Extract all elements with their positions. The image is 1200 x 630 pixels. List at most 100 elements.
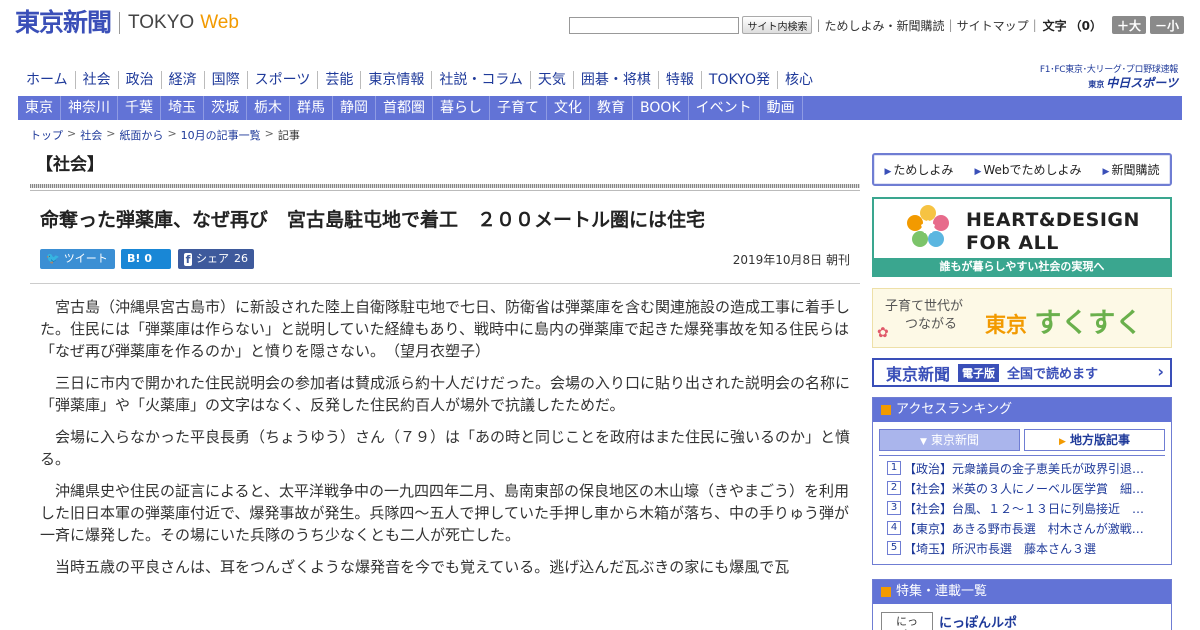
breadcrumb-link[interactable]: トップ: [30, 127, 63, 143]
regional-nav-item[interactable]: 栃木: [247, 96, 290, 120]
publish-date: 2019年10月8日 朝刊: [732, 253, 850, 267]
ranking-number: 3: [887, 501, 901, 515]
site-logo[interactable]: 東京新聞 TOKYO Web: [15, 8, 239, 38]
feature-item[interactable]: にっ ぽん にっぽんルポ: [873, 604, 1171, 630]
global-nav-item[interactable]: 社説・コラム: [431, 71, 530, 89]
global-nav-item[interactable]: スポーツ: [246, 71, 318, 89]
breadcrumb-separator: >: [67, 127, 77, 140]
divider: |: [1032, 18, 1037, 32]
ranking-item[interactable]: 3 【社会】台風、１２～１３日に列島接近 …: [887, 498, 1157, 518]
flower-icon: ✿: [877, 325, 889, 341]
sukusuku-banner[interactable]: 子育て世代が つながる ✿ 東京 すくすく: [872, 288, 1172, 348]
article-paragraph: 宮古島（沖縄県宮古島市）に新設された陸上自衛隊駐屯地で七日、防衛省は弾薬庫を含む…: [40, 298, 851, 360]
twitter-bird-icon: 🐦: [46, 252, 60, 265]
breadcrumb-link[interactable]: 10月の記事一覧: [181, 127, 261, 143]
ranking-number: 4: [887, 521, 901, 535]
heart-design-line1: HEART&DESIGN: [966, 209, 1140, 231]
ranking-item[interactable]: 4 【東京】あきる野市長選 村木さんが激戦…: [887, 518, 1157, 538]
regional-nav-item[interactable]: 神奈川: [61, 96, 118, 120]
ranking-header: アクセスランキング: [873, 398, 1171, 422]
tab-local-articles-label: 地方版記事: [1069, 433, 1130, 447]
regional-nav-item[interactable]: 群馬: [290, 96, 333, 120]
trial-subscribe-link[interactable]: ためしよみ・新聞購読: [825, 17, 945, 34]
facebook-share-button[interactable]: f シェア 26: [178, 249, 254, 269]
logo-divider: [119, 12, 121, 34]
regional-nav-item[interactable]: 暮らし: [433, 96, 490, 120]
tab-tokyo-shimbun-label: 東京新聞: [930, 433, 979, 447]
article-headline: 命奪った弾薬庫、なぜ再び 宮古島駐屯地で着工 ２００メートル圏には住宅: [40, 209, 706, 231]
font-size-label: 文字: [1042, 18, 1067, 33]
global-nav-item[interactable]: 芸能: [317, 71, 360, 89]
site-search-button[interactable]: サイト内検索: [742, 16, 813, 34]
global-nav-item[interactable]: 社会: [74, 71, 118, 89]
hatena-count: 0: [144, 252, 153, 265]
regional-nav-item[interactable]: 首都圏: [376, 96, 433, 120]
sitemap-link[interactable]: サイトマップ: [957, 17, 1029, 34]
font-size-value: （0）: [1069, 18, 1102, 33]
chunichi-sports-link[interactable]: F1･FC東京･大リーグ･プロ野球速報 東京 中日スポーツ: [1028, 64, 1178, 92]
chevron-right-icon: ›: [1157, 362, 1164, 381]
feature-thumbnail: にっ ぽん: [881, 612, 933, 630]
digital-edition-banner[interactable]: 東京新聞 電子版 全国で読めます ›: [872, 358, 1172, 387]
tab-local-articles[interactable]: ▶ 地方版記事: [1024, 429, 1165, 451]
regional-nav-item[interactable]: 千葉: [118, 96, 161, 120]
triangle-right-icon: ▶: [974, 167, 982, 177]
global-nav-item[interactable]: 政治: [117, 71, 161, 89]
sukusuku-logo: 東京 すくすく: [985, 301, 1142, 340]
global-nav-item[interactable]: ホーム: [20, 71, 75, 89]
global-nav-item[interactable]: 核心: [776, 71, 820, 89]
global-nav-item[interactable]: TOKYO発: [700, 71, 777, 89]
article-body: 宮古島（沖縄県宮古島市）に新設された陸上自衛隊駐屯地で七日、防衛省は弾薬庫を含む…: [30, 296, 860, 578]
hatena-icon: B!: [127, 252, 141, 265]
regional-nav-item[interactable]: 教育: [590, 96, 633, 120]
ranking-text: 【政治】元衆議員の金子恵美氏が政界引退…: [904, 461, 1145, 476]
regional-nav-item[interactable]: 埼玉: [161, 96, 204, 120]
subscribe-link[interactable]: ▶ 新聞購読: [1103, 161, 1160, 178]
ranking-text: 【東京】あきる野市長選 村木さんが激戦…: [904, 521, 1144, 536]
sukusuku-tokyo: 東京: [985, 313, 1027, 337]
ranking-tabs: ▼ 東京新聞 ▶ 地方版記事: [873, 422, 1171, 455]
breadcrumb-link[interactable]: 社会: [80, 127, 102, 143]
font-smaller-button[interactable]: －小: [1150, 16, 1184, 34]
trial-link[interactable]: ▶ ためしよみ: [885, 161, 954, 178]
triangle-right-icon: ▶: [884, 167, 892, 177]
trial-link-label: ためしよみ: [893, 163, 954, 177]
ranking-text: 【社会】台風、１２～１３日に列島接近 …: [904, 501, 1145, 516]
heart-design-banner[interactable]: HEART&DESIGN FOR ALL 誰もが暮らしやすい社会の実現へ: [872, 197, 1172, 277]
article-main: 【社会】 命奪った弾薬庫、なぜ再び 宮古島駐屯地で着工 ２００メートル圏には住宅…: [30, 148, 860, 630]
ranking-item[interactable]: 1 【政治】元衆議員の金子恵美氏が政界引退…: [887, 458, 1157, 478]
regional-nav-item[interactable]: イベント: [689, 96, 760, 120]
global-nav-item[interactable]: 東京情報: [360, 71, 431, 89]
hatena-bookmark-button[interactable]: B! 0: [121, 249, 171, 269]
regional-nav-item[interactable]: 子育て: [490, 96, 547, 120]
feature-thumb-line1: にっ: [896, 615, 918, 628]
section-divider-thin: [30, 190, 860, 191]
font-larger-button[interactable]: ＋大: [1112, 16, 1146, 34]
regional-nav-item[interactable]: 文化: [547, 96, 590, 120]
square-bullet-icon: [881, 405, 891, 415]
sukusuku-name: すくすく: [1034, 308, 1143, 339]
global-nav-item[interactable]: 囲碁・将棋: [572, 71, 658, 89]
tweet-button[interactable]: 🐦 ツイート: [40, 249, 115, 269]
digital-edition-text: 全国で読めます: [1007, 367, 1099, 382]
search-input[interactable]: [569, 16, 740, 34]
web-trial-link-label: Webでためしよみ: [983, 163, 1082, 177]
regional-nav-item[interactable]: BOOK: [633, 96, 689, 120]
breadcrumb-link[interactable]: 紙面から: [119, 127, 163, 143]
breadcrumb: トップ > 社会 > 紙面から >10月の記事一覧 > 記事: [30, 127, 300, 143]
access-ranking: アクセスランキング ▼ 東京新聞 ▶ 地方版記事 1 【政治】元衆議員の金子恵美氏が政…: [872, 397, 1172, 565]
ranking-item[interactable]: 5 【埼玉】所沢市長選 藤本さん３選: [887, 538, 1157, 558]
web-trial-link[interactable]: ▶ Webでためしよみ: [974, 161, 1081, 178]
regional-nav-item[interactable]: 東京: [18, 96, 61, 120]
regional-nav-item[interactable]: 静岡: [333, 96, 376, 120]
article-paragraph: 沖縄県史や住民の証言によると、太平洋戦争中の一九四四年二月、島南東部の保良地区の…: [40, 482, 849, 544]
regional-nav-item[interactable]: 茨城: [204, 96, 247, 120]
share-row: 🐦 ツイート B! 0 f シェア 26 2019年10月8日 朝刊: [30, 249, 860, 271]
global-nav-item[interactable]: 国際: [203, 71, 247, 89]
regional-nav-item[interactable]: 動画: [760, 96, 803, 120]
ranking-item[interactable]: 2 【社会】米英の３人にノーベル医学賞 細…: [887, 478, 1157, 498]
global-nav-item[interactable]: 経済: [160, 71, 204, 89]
global-nav-item[interactable]: 天気: [529, 71, 573, 89]
tab-tokyo-shimbun[interactable]: ▼ 東京新聞: [879, 429, 1020, 451]
global-nav-item[interactable]: 特報: [657, 71, 701, 89]
